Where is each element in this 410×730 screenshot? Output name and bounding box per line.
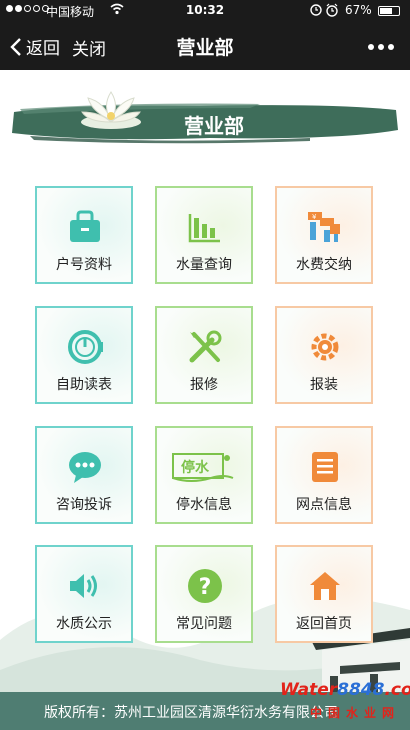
tile-label: 返回首页 (296, 616, 352, 632)
svg-text:停水: 停水 (181, 459, 210, 476)
document-icon (306, 448, 344, 486)
tile-label: 水费交纳 (296, 257, 352, 273)
tile-water-fee[interactable]: ¥ 水费交纳 (275, 186, 373, 284)
water-stop-icon: 停水 (171, 448, 235, 486)
tile-label: 报修 (190, 377, 218, 393)
watermark-part2: 8848 (337, 680, 385, 700)
svg-text:¥: ¥ (312, 213, 317, 221)
bar-chart-icon (186, 208, 224, 246)
tile-label: 水质公示 (56, 616, 112, 632)
tile-question[interactable]: ? 常见问题 (155, 545, 253, 643)
tile-label: 网点信息 (296, 497, 352, 513)
tools-icon (186, 328, 224, 366)
svg-text:?: ? (199, 575, 212, 600)
home-icon (306, 567, 344, 605)
lotus-icon (81, 91, 141, 129)
tile-label: 自助读表 (56, 377, 112, 393)
chat-icon (66, 448, 104, 486)
tile-home[interactable]: 返回首页 (275, 545, 373, 643)
status-bar: 中国移动 10:32 67% (0, 0, 410, 22)
tile-tools[interactable]: 报修 (155, 306, 253, 404)
tile-speaker[interactable]: 水质公示 (35, 545, 133, 643)
bag-icon (66, 208, 104, 246)
more-icon[interactable] (368, 44, 394, 50)
watermark-logo: Water8848.com 中国水业网 (280, 680, 410, 720)
tile-water-stop[interactable]: 停水停水信息 (155, 426, 253, 524)
banner-title: 营业部 (184, 114, 244, 138)
page-title: 营业部 (176, 37, 234, 59)
battery-icon (378, 6, 400, 16)
water-fee-icon: ¥ (306, 208, 344, 246)
watermark-part1: Water (280, 680, 338, 700)
tile-meter[interactable]: 自助读表 (35, 306, 133, 404)
tile-label: 常见问题 (176, 616, 232, 632)
tile-bar-chart[interactable]: 水量查询 (155, 186, 253, 284)
tile-label: 户号资料 (56, 257, 112, 273)
nav-bar: 返回 关闭 营业部 (0, 22, 410, 70)
watermark-sub: 中国水业网 (310, 706, 401, 720)
tile-label: 停水信息 (176, 497, 232, 513)
copyright-text: 版权所有：苏州工业园区清源华衍水务有限公司 (44, 705, 338, 721)
tile-label: 报装 (310, 377, 338, 393)
meter-icon (66, 328, 104, 366)
battery-percent: 67% (345, 3, 372, 17)
tile-document[interactable]: 网点信息 (275, 426, 373, 524)
gear-icon (306, 328, 344, 366)
watermark-part3: .com (384, 680, 410, 700)
alarm-icon (310, 3, 342, 20)
speaker-icon (66, 567, 104, 605)
tile-gear[interactable]: 报装 (275, 306, 373, 404)
tile-label: 咨询投诉 (56, 497, 112, 513)
question-icon: ? (186, 567, 224, 605)
tile-bag[interactable]: 户号资料 (35, 186, 133, 284)
tile-chat[interactable]: 咨询投诉 (35, 426, 133, 524)
tile-label: 水量查询 (176, 257, 232, 273)
header-banner: 营业部 (10, 100, 400, 144)
